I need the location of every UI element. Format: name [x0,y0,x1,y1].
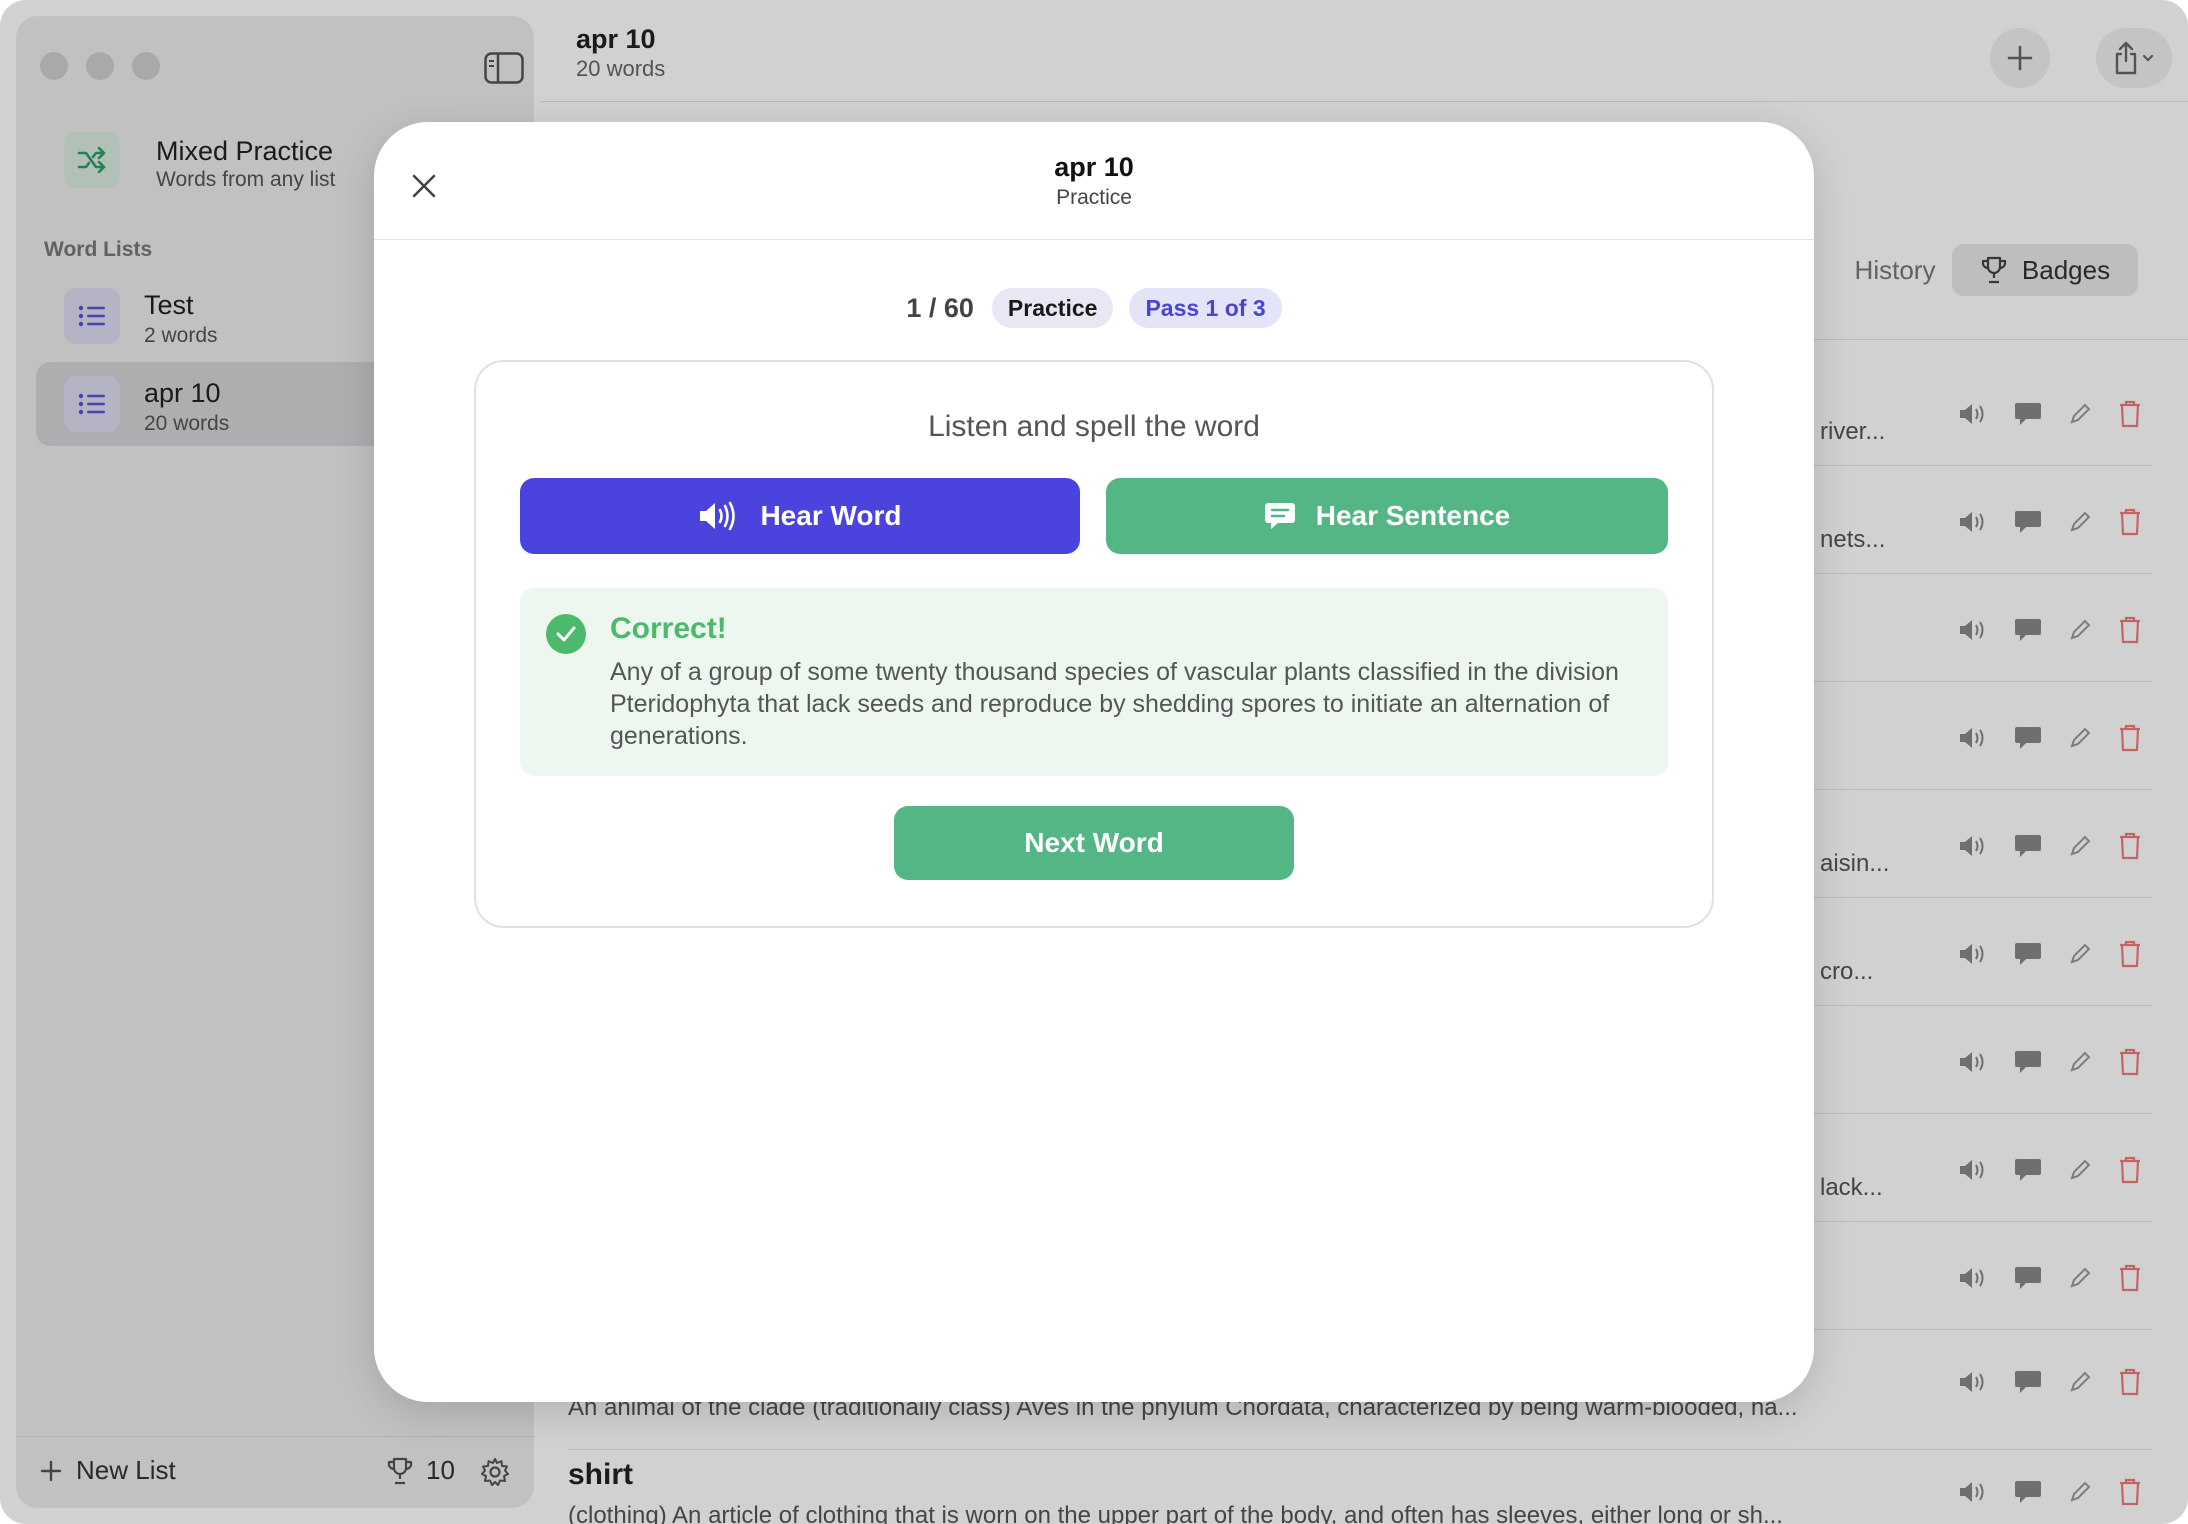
prompt-text: Listen and spell the word [928,410,1260,443]
pass-badge: Pass 1 of 3 [1129,288,1282,328]
speaker-icon [700,501,736,531]
hear-sentence-button[interactable]: Hear Sentence [1106,478,1668,554]
hear-word-label: Hear Word [760,500,902,531]
checkmark-icon [546,614,586,654]
result-title: Correct! [610,612,727,645]
progress-counter: 1 / 60 [906,292,974,323]
modal-header: apr 10 Practice [374,122,1814,240]
next-word-button[interactable]: Next Word [894,806,1294,880]
hear-word-button[interactable]: Hear Word [520,478,1080,554]
mode-badge: Practice [991,288,1114,328]
practice-modal: apr 10 Practice 1 / 60 Practice Pass 1 o… [374,122,1814,1402]
message-icon [1264,503,1295,529]
hear-sentence-label: Hear Sentence [1315,500,1511,531]
modal-subtitle: Practice [1056,186,1132,209]
progress-row: 1 / 60 Practice Pass 1 of 3 [374,288,1814,328]
word-definition: Any of a group of some twenty thousand s… [610,658,1619,750]
modal-title: apr 10 [1054,152,1134,182]
question-card: Listen and spell the word Hear Word Hear… [474,360,1714,928]
result-panel: Correct! Any of a group of some twenty t… [520,588,1668,776]
app-window: Mixed Practice Words from any list Word … [0,0,2188,1524]
